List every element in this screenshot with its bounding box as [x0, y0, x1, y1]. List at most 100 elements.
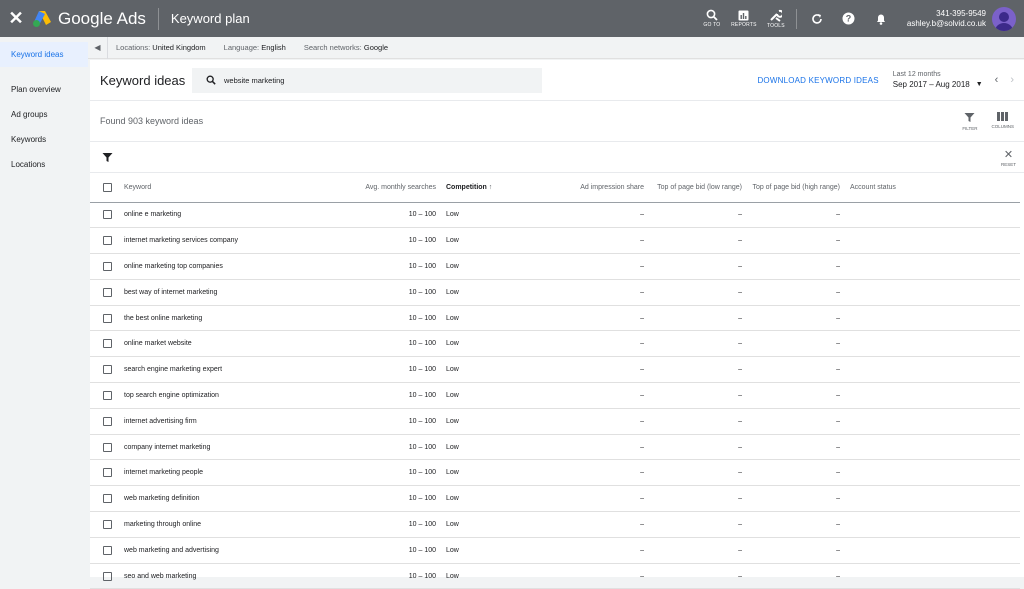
account-status-cell — [850, 382, 1020, 409]
column-header-bid-low[interactable]: Top of page bid (low range) — [654, 173, 752, 203]
row-checkbox[interactable] — [103, 545, 112, 555]
table-row[interactable]: top search engine optimization 10 – 100 Lo… — [90, 382, 1020, 409]
table-row[interactable]: seo and web marketing 10 – 100 Low – – – — [90, 563, 1020, 589]
bid-low-cell: – — [654, 202, 752, 229]
date-range-value: Sep 2017 – Aug 2018 — [892, 80, 970, 89]
competition-cell: Low — [446, 408, 556, 435]
download-keyword-ideas-button[interactable]: DOWNLOAD KEYWORD IDEAS — [757, 76, 878, 85]
bid-low-cell: – — [654, 537, 752, 564]
impression-share-cell: – — [556, 459, 654, 487]
row-checkbox[interactable] — [103, 494, 112, 504]
row-checkbox[interactable] — [103, 210, 112, 220]
account-status-cell — [850, 434, 1020, 461]
notifications-button[interactable] — [865, 12, 897, 25]
date-range-picker[interactable]: Last 12 months Sep 2017 – Aug 2018 ▼ — [893, 71, 983, 89]
sidebar-item-plan-overview[interactable]: Plan overview — [0, 77, 88, 102]
bid-low-cell: – — [654, 485, 752, 513]
row-checkbox-cell — [90, 202, 124, 229]
competition-cell: Low — [446, 253, 556, 280]
location-filter[interactable]: Locations: United Kingdom — [116, 43, 206, 52]
row-checkbox[interactable] — [103, 416, 112, 426]
columns-button[interactable]: COLUMNS — [991, 111, 1014, 131]
sidebar-item-keywords[interactable]: Keywords — [0, 127, 88, 152]
row-checkbox[interactable] — [103, 339, 112, 349]
table-row[interactable]: internet marketing people 10 – 100 Low – – – — [90, 459, 1020, 487]
filter-icon[interactable] — [102, 152, 113, 163]
sidebar-item-keyword-ideas[interactable]: Keyword ideas — [0, 42, 88, 67]
next-period-button[interactable]: › — [1010, 74, 1014, 86]
row-checkbox-cell — [90, 459, 124, 487]
language-value: English — [261, 43, 286, 52]
searches-cell: 10 – 100 — [324, 485, 446, 513]
avatar[interactable] — [992, 6, 1016, 31]
row-checkbox-cell — [90, 485, 124, 513]
row-checkbox[interactable] — [103, 261, 112, 271]
table-row[interactable]: web marketing definition 10 – 100 Low – – – — [90, 485, 1020, 513]
bid-low-cell: – — [654, 253, 752, 280]
table-row[interactable]: internet advertising firm 10 – 100 Low – – – — [90, 408, 1020, 435]
competition-cell: Low — [446, 459, 556, 487]
bid-low-cell: – — [654, 563, 752, 589]
date-range-label: Last 12 months — [892, 71, 941, 78]
row-checkbox[interactable] — [103, 365, 112, 375]
column-header-bid-high[interactable]: Top of page bid (high range) — [752, 173, 850, 203]
reports-button[interactable]: REPORTS — [728, 10, 760, 28]
keyword-cell: company internet marketing — [124, 434, 324, 461]
help-button[interactable]: ? — [833, 12, 865, 25]
impression-share-cell: – — [556, 356, 654, 384]
account-info[interactable]: 341-395-9549 ashley.b@solvid.co.uk — [907, 9, 986, 29]
search-input[interactable]: website marketing — [192, 67, 542, 93]
row-checkbox[interactable] — [103, 442, 112, 452]
table-row[interactable]: web marketing and advertising 10 – 100 Low… — [90, 537, 1020, 564]
bid-low-cell: – — [654, 459, 752, 487]
column-header-impression-share[interactable]: Ad impression share — [556, 173, 654, 203]
row-checkbox[interactable] — [103, 519, 112, 529]
competition-cell: Low — [446, 227, 556, 255]
network-filter[interactable]: Search networks: Google — [304, 43, 388, 52]
account-status-cell — [850, 459, 1020, 487]
table-row[interactable]: internet marketing services company 10 – … — [90, 227, 1020, 255]
table-row[interactable]: online market website 10 – 100 Low – – – — [90, 330, 1020, 358]
keyword-cell: internet marketing services company — [124, 227, 324, 255]
row-checkbox[interactable] — [103, 236, 112, 246]
table-row[interactable]: the best online marketing 10 – 100 Low – – – — [90, 305, 1020, 332]
table-row[interactable]: search engine marketing expert 10 – 100 Lo… — [90, 356, 1020, 384]
table-row[interactable]: online e marketing 10 – 100 Low – – – — [90, 202, 1020, 229]
column-header-keyword[interactable]: Keyword — [124, 173, 324, 203]
row-checkbox[interactable] — [103, 571, 112, 581]
sidebar-item-locations[interactable]: Locations — [0, 152, 88, 177]
google-ads-logo[interactable]: Google Ads — [32, 9, 146, 29]
bid-low-cell: – — [654, 408, 752, 435]
table-row[interactable]: online marketing top companies 10 – 100 Lo… — [90, 253, 1020, 280]
refresh-button[interactable] — [801, 13, 833, 25]
filter-button[interactable]: FILTER — [962, 112, 977, 131]
row-checkbox[interactable] — [103, 313, 112, 323]
table-row[interactable]: best way of internet marketing 10 – 100 Lo… — [90, 279, 1020, 306]
sidebar-item-ad-groups[interactable]: Ad groups — [0, 102, 88, 127]
reset-button[interactable]: ✕ RESET — [1001, 148, 1016, 167]
network-value: Google — [363, 43, 389, 52]
table-row[interactable]: company internet marketing 10 – 100 Low – – – — [90, 434, 1020, 461]
keyword-cell: online e marketing — [124, 202, 324, 229]
bid-high-cell: – — [752, 330, 850, 358]
row-checkbox[interactable] — [103, 468, 112, 478]
row-checkbox[interactable] — [103, 287, 112, 297]
row-checkbox[interactable] — [103, 390, 112, 400]
bid-low-cell: – — [654, 330, 752, 358]
tools-button[interactable]: TOOLS — [760, 9, 792, 29]
searches-cell: 10 – 100 — [324, 330, 446, 358]
searches-cell: 10 – 100 — [324, 563, 446, 589]
language-filter[interactable]: Language: English — [224, 43, 286, 52]
close-icon[interactable]: ✕ — [0, 8, 32, 29]
column-header-account-status[interactable]: Account status — [850, 173, 1020, 203]
previous-period-button[interactable]: ‹ — [995, 74, 999, 86]
chevron-right-icon: › — [1010, 74, 1014, 86]
table-row[interactable]: marketing through online 10 – 100 Low – – – — [90, 511, 1020, 538]
goto-button[interactable]: GO TO — [696, 9, 728, 28]
reports-label: REPORTS — [731, 21, 757, 28]
bid-low-cell: – — [654, 227, 752, 255]
column-header-searches[interactable]: Avg. monthly searches — [324, 173, 446, 203]
collapse-sidebar-button[interactable]: ◀ — [88, 36, 108, 59]
column-header-competition[interactable]: Competition ↑ — [446, 173, 556, 203]
select-all-checkbox[interactable] — [103, 182, 112, 192]
